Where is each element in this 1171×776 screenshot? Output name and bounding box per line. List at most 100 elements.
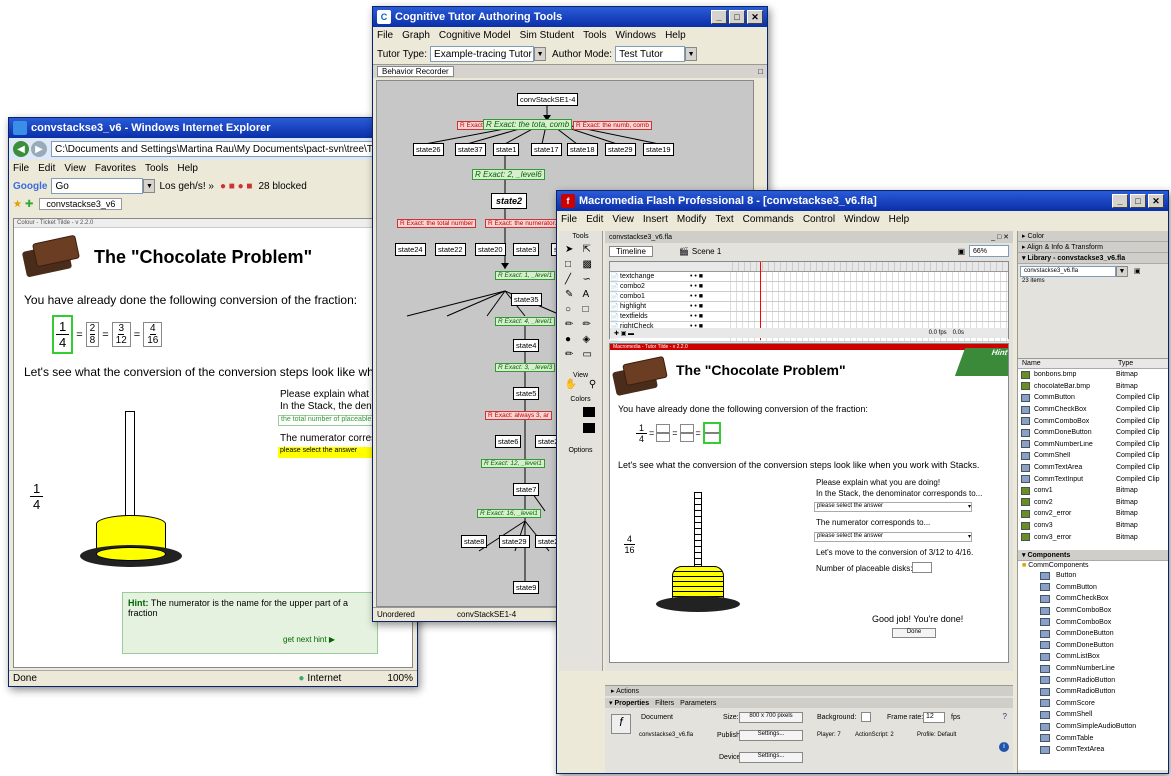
layer-row[interactable]: 📄 highlight • • ■ xyxy=(610,302,1008,312)
component-item[interactable]: CommRadioButton xyxy=(1018,686,1168,698)
components-panel-header[interactable]: ▾ Components xyxy=(1018,550,1168,561)
done-button[interactable]: Done xyxy=(892,628,936,638)
ie-menu-edit[interactable]: Edit xyxy=(38,163,55,174)
zoom-text[interactable]: 100% xyxy=(387,673,413,684)
library-item[interactable]: CommTextInput Compiled Clip xyxy=(1018,473,1168,485)
ctat-menu-cognitive-model[interactable]: Cognitive Model xyxy=(439,30,511,41)
add-favorites-icon[interactable]: ✚ xyxy=(25,199,33,210)
flash-menu-window[interactable]: Window xyxy=(844,214,880,225)
graph-node[interactable]: state4 xyxy=(513,339,540,352)
frame-rate-input[interactable]: 12 xyxy=(923,712,945,723)
graph-edge-label[interactable]: R Exact: the numb, comb xyxy=(573,121,652,130)
panel-maximize-icon[interactable]: □ xyxy=(758,67,763,76)
component-item[interactable]: CommListBox xyxy=(1018,651,1168,663)
oval-tool-icon[interactable]: ○ xyxy=(565,304,579,315)
component-item[interactable]: CommSimpleAudioButton xyxy=(1018,721,1168,733)
library-item[interactable]: conv3_error Bitmap xyxy=(1018,531,1168,543)
graph-node[interactable]: state29 xyxy=(605,143,636,156)
ink-bottle-icon[interactable]: ● xyxy=(565,334,579,345)
component-item[interactable]: CommComboBox xyxy=(1018,605,1168,617)
props-help-icon[interactable]: ? xyxy=(1003,712,1007,721)
size-button[interactable]: 800 x 700 pixels xyxy=(739,712,803,723)
stroke-color-swatch[interactable] xyxy=(583,407,595,417)
pin-icon[interactable]: ▣ xyxy=(1134,267,1141,275)
graph-edge-label[interactable]: R Exact: always 3, ar xyxy=(485,411,553,420)
favorites-star-icon[interactable]: ★ xyxy=(13,199,22,210)
google-dropdown-icon[interactable]: ▼ xyxy=(143,179,156,193)
paint-bucket-icon[interactable]: ◈ xyxy=(583,334,597,345)
graph-node[interactable]: state5 xyxy=(513,387,540,400)
arrow-tool-icon[interactable]: ➤ xyxy=(565,244,579,255)
library-item[interactable]: CommButton Compiled Clip xyxy=(1018,392,1168,404)
behavior-recorder-tab[interactable]: Behavior Recorder xyxy=(377,66,454,77)
ie-menu-file[interactable]: File xyxy=(13,163,29,174)
graph-edge-label[interactable]: R Exact: the total number xyxy=(397,219,477,228)
component-item[interactable]: CommNumberLine xyxy=(1018,663,1168,675)
library-item[interactable]: CommNumberLine Compiled Clip xyxy=(1018,439,1168,451)
component-item[interactable]: CommComboBox xyxy=(1018,616,1168,628)
flash-menu-insert[interactable]: Insert xyxy=(643,214,668,225)
graph-node[interactable]: state17 xyxy=(531,143,562,156)
component-item[interactable]: CommTextArea xyxy=(1018,744,1168,756)
maximize-button[interactable]: □ xyxy=(729,10,745,24)
library-item[interactable]: CommDoneButton Compiled Clip xyxy=(1018,427,1168,439)
fill-transform-icon[interactable]: ▩ xyxy=(583,259,597,270)
flash-menu-file[interactable]: File xyxy=(561,214,577,225)
flash-menu-control[interactable]: Control xyxy=(803,214,835,225)
flash-menu-help[interactable]: Help xyxy=(889,214,910,225)
blocked-count[interactable]: 28 blocked xyxy=(258,181,306,192)
graph-edge-label[interactable]: R Exact: 3, _level3 xyxy=(495,363,556,372)
library-select-dropdown-icon[interactable]: ▼ xyxy=(1116,265,1128,277)
zoom-select[interactable]: 66% xyxy=(969,245,1009,257)
author-mode-select[interactable]: Test Tutor xyxy=(615,46,686,62)
pen-tool-icon[interactable]: ✎ xyxy=(565,289,579,300)
ctat-menu-graph[interactable]: Graph xyxy=(402,30,430,41)
graph-edge-label[interactable]: R Exact: 4, _level1 xyxy=(495,317,556,326)
graph-node[interactable]: state6 xyxy=(495,435,522,448)
component-item[interactable]: CommButton xyxy=(1018,582,1168,594)
graph-edge-label[interactable]: R Exact: 1, _level1 xyxy=(495,271,556,280)
text-tool-icon[interactable]: A xyxy=(583,289,597,300)
empty-fraction-box[interactable] xyxy=(656,424,671,442)
google-search-input[interactable]: Go xyxy=(51,178,144,194)
component-item[interactable]: CommDoneButton xyxy=(1018,628,1168,640)
align-panel-header[interactable]: ▸ Align & Info & Transform xyxy=(1018,242,1168,253)
tab-parameters[interactable]: Parameters xyxy=(680,700,716,707)
rect-tool-icon[interactable]: □ xyxy=(583,304,597,315)
graph-node[interactable]: state8 xyxy=(461,535,488,548)
library-col-name[interactable]: Name xyxy=(1018,360,1118,367)
library-item[interactable]: conv2_error Bitmap xyxy=(1018,508,1168,520)
graph-edge-label[interactable]: R Exact: 16, _level1 xyxy=(477,509,541,518)
ctat-titlebar[interactable]: C Cognitive Tutor Authoring Tools _ □ ✕ xyxy=(373,7,767,27)
placeable-disks-input[interactable] xyxy=(912,562,932,573)
empty-fraction-box[interactable] xyxy=(679,424,694,442)
publish-settings-button[interactable]: Settings... xyxy=(739,730,803,741)
google-go-button[interactable]: Los geh/s! » xyxy=(159,181,213,192)
component-item[interactable]: CommTable xyxy=(1018,732,1168,744)
document-tab[interactable]: convstackse3_v6.fla xyxy=(609,234,672,241)
color-panel-header[interactable]: ▸ Color xyxy=(1018,231,1168,242)
flash-menu-view[interactable]: View xyxy=(612,214,634,225)
component-item[interactable]: CommShell xyxy=(1018,709,1168,721)
ctat-menu-tools[interactable]: Tools xyxy=(583,30,606,41)
library-item[interactable]: conv2 Bitmap xyxy=(1018,497,1168,509)
library-item[interactable]: CommShell Compiled Clip xyxy=(1018,450,1168,462)
ctat-menu-sim-student[interactable]: Sim Student xyxy=(520,30,574,41)
eraser-icon[interactable]: ▭ xyxy=(583,349,597,360)
graph-node[interactable]: state20 xyxy=(475,243,506,256)
flash-menu-modify[interactable]: Modify xyxy=(677,214,706,225)
library-item[interactable]: conv1 Bitmap xyxy=(1018,485,1168,497)
forward-icon[interactable]: ▶ xyxy=(31,141,47,157)
component-item[interactable]: Button xyxy=(1018,570,1168,582)
graph-node[interactable]: state29 xyxy=(499,535,530,548)
component-item[interactable]: CommDoneButton xyxy=(1018,640,1168,652)
ctat-menu-file[interactable]: File xyxy=(377,30,393,41)
library-item[interactable]: CommTextArea Compiled Clip xyxy=(1018,462,1168,474)
next-hint-button[interactable]: get next hint ▶ xyxy=(283,635,335,644)
layer-row[interactable]: 📄 textfields • • ■ xyxy=(610,312,1008,322)
graph-node[interactable]: state9 xyxy=(513,581,540,594)
back-icon[interactable]: ◀ xyxy=(13,141,29,157)
library-panel-header[interactable]: ▾ Library - convstackse3_v6.fla xyxy=(1018,253,1168,264)
component-item[interactable]: CommRadioButton xyxy=(1018,674,1168,686)
edit-scene-icon[interactable]: ▣ xyxy=(957,247,965,256)
